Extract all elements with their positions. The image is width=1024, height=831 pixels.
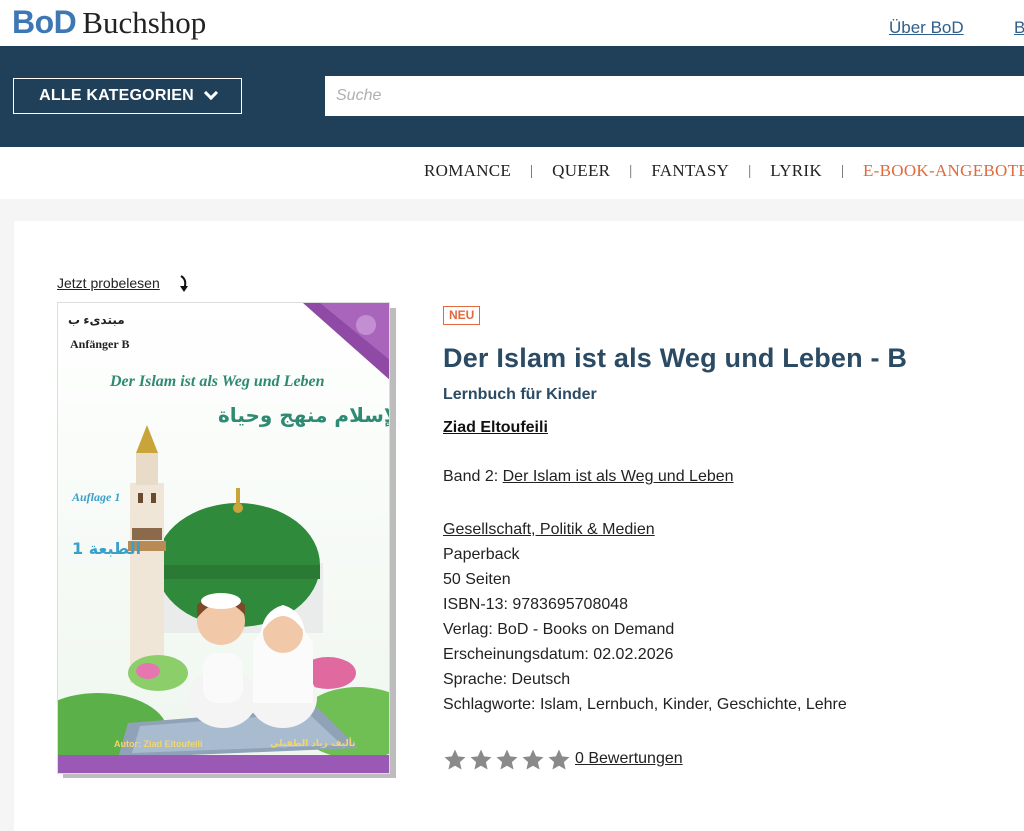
arrow-down-icon — [180, 275, 188, 292]
header-link-b[interactable]: B — [1014, 18, 1024, 38]
all-categories-button[interactable]: ALLE KATEGORIEN — [13, 78, 242, 114]
cover-series-label: مبتدىء ب — [68, 313, 125, 327]
book-cover[interactable]: مبتدىء ب Anfänger B Der Islam ist als We… — [57, 302, 390, 774]
logo-shop-text: Buchshop — [82, 5, 207, 40]
top-header: BoD Buchshop Über BoD B — [0, 0, 1024, 46]
language-text: Sprache: Deutsch — [443, 671, 571, 688]
cover-author-arabic: تأليف زياد الطفيلي — [270, 739, 356, 749]
publisher-text: Verlag: BoD - Books on Demand — [443, 621, 675, 638]
series-link[interactable]: Der Islam ist als Weg und Leben — [503, 468, 734, 485]
preview-link[interactable]: Jetzt probelesen — [57, 275, 160, 291]
rating-stars[interactable] — [443, 748, 571, 772]
isbn-text: ISBN-13: 9783695708048 — [443, 596, 629, 613]
divider: | — [530, 162, 534, 179]
series-band: Band 2: Der Islam ist als Weg und Leben — [443, 467, 734, 487]
category-romance[interactable]: ROMANCE — [424, 161, 511, 181]
star-icon — [496, 749, 518, 770]
category-lyrik[interactable]: LYRIK — [770, 161, 822, 181]
cover-level-label: Anfänger B — [70, 337, 130, 351]
band-prefix: Band 2: — [443, 468, 503, 485]
reviews-link[interactable]: 0 Bewertungen — [575, 750, 683, 768]
release-date-text: Erscheinungsdatum: 02.02.2026 — [443, 646, 674, 663]
all-categories-label: ALLE KATEGORIEN — [39, 87, 194, 104]
category-ebook-offers[interactable]: E-BOOK-ANGEBOTE % — [863, 161, 1024, 181]
keywords-text: Schlagworte: Islam, Lernbuch, Kinder, Ge… — [443, 696, 847, 713]
chevron-down-icon — [203, 85, 218, 101]
divider: | — [748, 162, 752, 179]
format-text: Paperback — [443, 546, 520, 563]
divider: | — [840, 162, 844, 179]
category-fantasy[interactable]: FANTASY — [651, 161, 729, 181]
logo-bod-text: BoD — [12, 4, 77, 40]
main-nav: ALLE KATEGORIEN — [0, 46, 1024, 147]
cover-edition-arabic: الطبعة 1 — [72, 539, 142, 558]
category-strip: ROMANCE | QUEER | FANTASY | LYRIK | E-BO… — [0, 147, 1024, 199]
cover-author: Autor: Ziad Eltoufeili — [114, 739, 203, 749]
star-icon — [444, 749, 466, 770]
about-bod-link[interactable]: Über BoD — [889, 18, 964, 38]
star-icon — [522, 749, 544, 770]
new-badge: NEU — [443, 306, 481, 325]
pages-text: 50 Seiten — [443, 571, 511, 588]
cover-edition: Auflage 1 — [72, 490, 121, 504]
category-line: Gesellschaft, Politik & Medien — [443, 520, 655, 540]
product-title: Der Islam ist als Weg und Leben - B — [443, 343, 908, 373]
category-queer[interactable]: QUEER — [552, 161, 610, 181]
search-input[interactable] — [325, 76, 1024, 116]
author-link[interactable]: Ziad Eltoufeili — [443, 419, 548, 437]
cover-title: Der Islam ist als Weg und Leben — [110, 373, 325, 390]
star-icon — [470, 749, 492, 770]
star-icon — [548, 749, 570, 770]
bod-logo[interactable]: BoD Buchshop — [12, 3, 206, 42]
cover-title-arabic: الإسلام منهج وحياة — [218, 403, 390, 427]
category-link[interactable]: Gesellschaft, Politik & Medien — [443, 521, 655, 538]
product-subtitle: Lernbuch für Kinder — [443, 386, 597, 403]
divider: | — [629, 162, 633, 179]
